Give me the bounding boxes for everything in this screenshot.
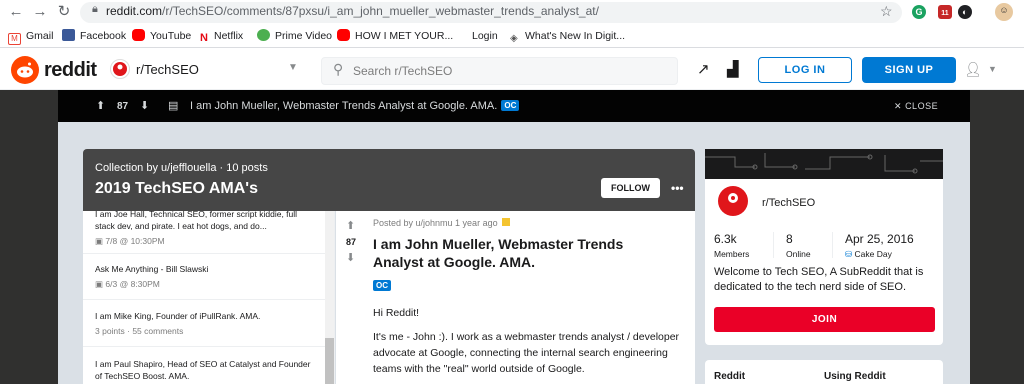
oc-flair: OC <box>501 100 520 111</box>
cake-icon: ⛁ <box>845 249 853 259</box>
post-paragraph: Hi Reddit! <box>373 307 420 319</box>
divider <box>773 232 774 258</box>
post-body: Hi Reddit! It's me - John :). I work as … <box>373 305 689 377</box>
collection-subtitle: Collection by u/jefflouella · 10 posts <box>95 162 268 174</box>
sidebar-banner <box>705 149 943 179</box>
list-item-meta: ▣ 6/3 @ 8:30PM <box>95 279 160 289</box>
reddit-logo-icon[interactable] <box>11 56 39 84</box>
join-button[interactable]: JOIN <box>714 307 935 332</box>
search-placeholder: Search r/TechSEO <box>353 64 453 78</box>
online-label: Online <box>786 249 811 259</box>
bookmark-facebook[interactable]: Facebook <box>62 28 126 44</box>
members-label: Members <box>714 249 750 259</box>
extension-icon[interactable]: ◐ <box>958 5 972 19</box>
downvote-icon[interactable]: ⬇ <box>140 99 149 112</box>
list-item-title: Ask Me Anything - Bill Slawski <box>95 264 209 274</box>
search-icon: ⚲ <box>333 61 344 77</box>
calendar-icon: ▣ <box>95 279 104 289</box>
list-item[interactable]: I am Mike King, Founder of iPullRank. AM… <box>95 310 315 337</box>
close-button[interactable]: ✕ CLOSE <box>894 101 938 112</box>
bookmark-star-icon[interactable]: ☆ <box>880 3 893 20</box>
reload-icon[interactable]: ↻ <box>54 2 74 22</box>
bookmark-login[interactable]: Login <box>454 28 498 44</box>
facebook-icon <box>62 29 75 41</box>
cake-label: ⛁ Cake Day <box>845 249 892 259</box>
signup-button[interactable]: SIGN UP <box>862 57 956 83</box>
youtube-icon <box>337 29 350 41</box>
members-count: 6.3k <box>714 232 737 246</box>
list-item-meta: ▣ 7/8 @ 10:30PM <box>95 236 165 246</box>
subreddit-avatar-icon <box>714 182 752 220</box>
list-item-title: I am Joe Hall, Technical SEO, former scr… <box>95 211 298 231</box>
divider <box>83 253 334 254</box>
award-icon <box>501 218 510 226</box>
online-count: 8 <box>786 232 793 246</box>
oc-flair: OC <box>373 280 391 291</box>
more-options-icon[interactable]: ••• <box>671 181 684 195</box>
profile-avatar-icon[interactable]: ☺ <box>995 3 1013 21</box>
blank-icon <box>454 29 467 41</box>
chevron-down-icon[interactable]: ▼ <box>988 64 997 74</box>
back-arrow-icon[interactable]: ← <box>6 2 26 22</box>
subreddit-brain-icon <box>110 59 130 79</box>
trending-icon[interactable]: ↗ <box>697 60 710 78</box>
divider <box>83 346 334 347</box>
divider <box>832 232 833 258</box>
scrollbar-thumb[interactable] <box>325 338 334 384</box>
list-item[interactable]: I am Paul Shapiro, Head of SEO at Cataly… <box>95 358 315 382</box>
post-meta: Posted by u/johnmu 1 year ago <box>373 218 510 228</box>
bookmark-youtube[interactable]: YouTube <box>132 28 191 44</box>
user-icon[interactable]: 👤︎ <box>964 61 982 78</box>
bookmark-whats-new[interactable]: ◈ What's New In Digit... <box>510 28 625 45</box>
list-item-title: I am Paul Shapiro, Head of SEO at Cataly… <box>95 359 311 381</box>
youtube-icon <box>132 29 145 41</box>
collection-title: 2019 TechSEO AMA's <box>95 180 258 197</box>
login-button[interactable]: LOG IN <box>758 57 852 83</box>
upvote-icon[interactable]: ⬆ <box>346 219 355 232</box>
forward-arrow-icon[interactable]: → <box>30 2 50 22</box>
comment-icon: ▤ <box>168 100 179 112</box>
sidebar-subreddit-name[interactable]: r/TechSEO <box>762 197 815 209</box>
list-item[interactable]: I am Joe Hall, Technical SEO, former scr… <box>95 211 315 247</box>
gmail-icon: M <box>8 33 21 45</box>
extension-badge-icon[interactable]: 11 <box>938 5 952 19</box>
netflix-icon: N <box>200 32 209 44</box>
bookmark-gmail[interactable]: M Gmail <box>8 28 53 45</box>
cake-date: Apr 25, 2016 <box>845 232 914 246</box>
stats-icon[interactable]: ▟ <box>727 60 739 78</box>
subreddit-name[interactable]: r/TechSEO <box>136 62 199 77</box>
bookmark-netflix[interactable]: N Netflix <box>200 28 243 44</box>
post-title: I am John Mueller, Webmaster Trends Anal… <box>373 236 624 270</box>
sidebar-description: Welcome to Tech SEO, A SubReddit that is… <box>714 266 924 293</box>
topbar-post-title: I am John Mueller, Webmaster Trends Anal… <box>190 100 520 112</box>
topbar-vote-count: 87 <box>117 101 129 112</box>
footer-col-reddit: Reddit <box>714 371 746 382</box>
follow-button[interactable]: FOLLOW <box>601 178 660 198</box>
url-text[interactable]: reddit.com/r/TechSEO/comments/87pxsu/i_a… <box>106 4 599 18</box>
post-vote-count: 87 <box>346 237 357 247</box>
list-item[interactable]: Ask Me Anything - Bill Slawski ▣ 6/3 @ 8:… <box>95 263 315 290</box>
footer-col-using-reddit: Using Reddit <box>824 371 886 382</box>
bookmark-prime-video[interactable]: Prime Video <box>257 28 332 44</box>
downvote-icon[interactable]: ⬇ <box>346 251 355 264</box>
prime-video-icon <box>257 29 270 41</box>
post-paragraph: It's me - John :). I work as a webmaster… <box>373 331 680 375</box>
close-icon: ✕ <box>894 101 903 111</box>
chevron-down-icon[interactable]: ▼ <box>288 62 298 73</box>
collection-list: I am Joe Hall, Technical SEO, former scr… <box>83 211 335 384</box>
grammarly-icon[interactable]: G <box>912 5 926 19</box>
list-item-title: I am Mike King, Founder of iPullRank. AM… <box>95 311 261 321</box>
calendar-icon: ▣ <box>95 236 104 246</box>
bookmark-how-i-met[interactable]: HOW I MET YOUR... <box>337 28 453 44</box>
list-item-meta: 3 points · 55 comments <box>95 326 184 336</box>
divider <box>83 299 334 300</box>
lock-icon: 🔒︎ <box>92 3 98 15</box>
page-icon: ◈ <box>510 33 520 45</box>
reddit-wordmark[interactable]: reddit <box>44 59 97 82</box>
upvote-icon[interactable]: ⬆ <box>96 99 105 112</box>
